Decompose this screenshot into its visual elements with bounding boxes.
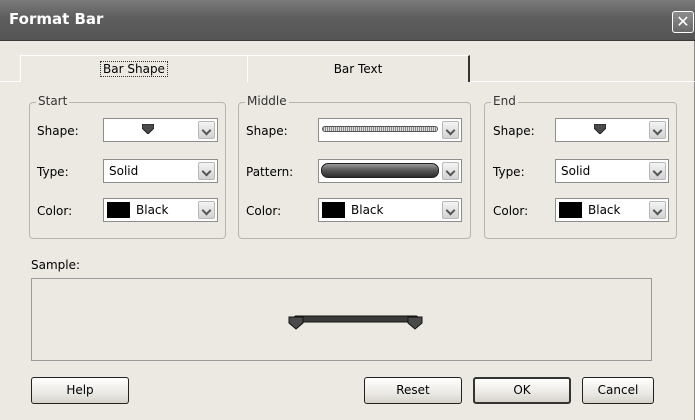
sample-bar-preview <box>288 315 423 330</box>
start-group-title: Start <box>36 94 70 108</box>
middle-shape-select[interactable] <box>318 118 462 142</box>
tab-bar-shape-label: Bar Shape <box>100 61 168 77</box>
end-color-value: Black <box>588 203 621 217</box>
reset-button[interactable]: Reset <box>364 377 462 404</box>
end-shape-label: Shape: <box>493 124 535 138</box>
start-group: Start Shape: Type: Solid Color: Black <box>29 94 226 239</box>
chevron-down-icon[interactable] <box>442 121 459 139</box>
end-group-title: End <box>491 94 518 108</box>
chevron-down-icon[interactable] <box>442 162 459 180</box>
down-triangle-marker-icon <box>594 124 606 134</box>
color-swatch <box>107 202 130 218</box>
tab-bar-text-label: Bar Text <box>333 62 383 76</box>
help-button[interactable]: Help <box>31 377 129 404</box>
end-group: End Shape: Type: Solid Color: Black <box>484 94 677 239</box>
middle-color-select[interactable]: Black <box>318 198 462 222</box>
window-title: Format Bar <box>9 10 104 28</box>
start-shape-select[interactable] <box>103 118 218 142</box>
chevron-down-icon[interactable] <box>198 121 215 139</box>
start-type-label: Type: <box>37 165 69 179</box>
close-button[interactable]: ✕ <box>672 11 694 33</box>
tab-strip-line-right <box>470 81 695 82</box>
middle-color-value: Black <box>351 203 384 217</box>
sample-preview <box>31 278 652 361</box>
color-swatch <box>322 202 345 218</box>
start-color-value: Black <box>136 203 169 217</box>
chevron-down-icon[interactable] <box>649 162 666 180</box>
tab-strip-line-left <box>0 81 20 82</box>
cancel-button-label: Cancel <box>597 383 639 397</box>
end-color-label: Color: <box>493 204 529 218</box>
middle-pattern-select[interactable] <box>318 159 462 183</box>
end-type-label: Type: <box>493 165 525 179</box>
cancel-button[interactable]: Cancel <box>582 377 654 404</box>
chevron-down-icon[interactable] <box>198 201 215 219</box>
middle-group: Middle Shape: Pattern: Color: Black <box>238 94 471 239</box>
end-color-select[interactable]: Black <box>555 198 669 222</box>
reset-button-label: Reset <box>396 383 430 397</box>
chevron-down-icon[interactable] <box>649 121 666 139</box>
end-type-value: Solid <box>561 164 591 178</box>
chevron-down-icon[interactable] <box>198 162 215 180</box>
ok-button[interactable]: OK <box>473 377 571 404</box>
title-bar: Format Bar ✕ <box>0 0 695 41</box>
tab-bar-shape[interactable]: Bar Shape <box>20 55 247 82</box>
start-type-select[interactable]: Solid <box>103 159 218 183</box>
chevron-down-icon[interactable] <box>442 201 459 219</box>
middle-shape-label: Shape: <box>246 124 288 138</box>
end-shape-select[interactable] <box>555 118 669 142</box>
color-swatch <box>559 202 582 218</box>
middle-pattern-label: Pattern: <box>246 165 294 179</box>
down-triangle-marker-icon <box>142 124 154 134</box>
start-type-value: Solid <box>109 164 139 178</box>
hatched-bar-icon <box>322 126 438 132</box>
ok-button-label: OK <box>513 383 531 397</box>
start-color-select[interactable]: Black <box>103 198 218 222</box>
shaded-bar-icon <box>321 163 439 178</box>
tab-bar-text[interactable]: Bar Text <box>247 55 470 82</box>
close-icon: ✕ <box>676 12 690 31</box>
format-bar-dialog: Format Bar ✕ Bar Shape Bar Text Start Sh… <box>0 0 695 420</box>
start-shape-label: Shape: <box>37 124 79 138</box>
middle-group-title: Middle <box>245 94 289 108</box>
sample-label: Sample: <box>31 258 81 272</box>
end-type-select[interactable]: Solid <box>555 159 669 183</box>
start-color-label: Color: <box>37 204 73 218</box>
chevron-down-icon[interactable] <box>649 201 666 219</box>
middle-color-label: Color: <box>246 204 282 218</box>
help-button-label: Help <box>66 383 94 397</box>
